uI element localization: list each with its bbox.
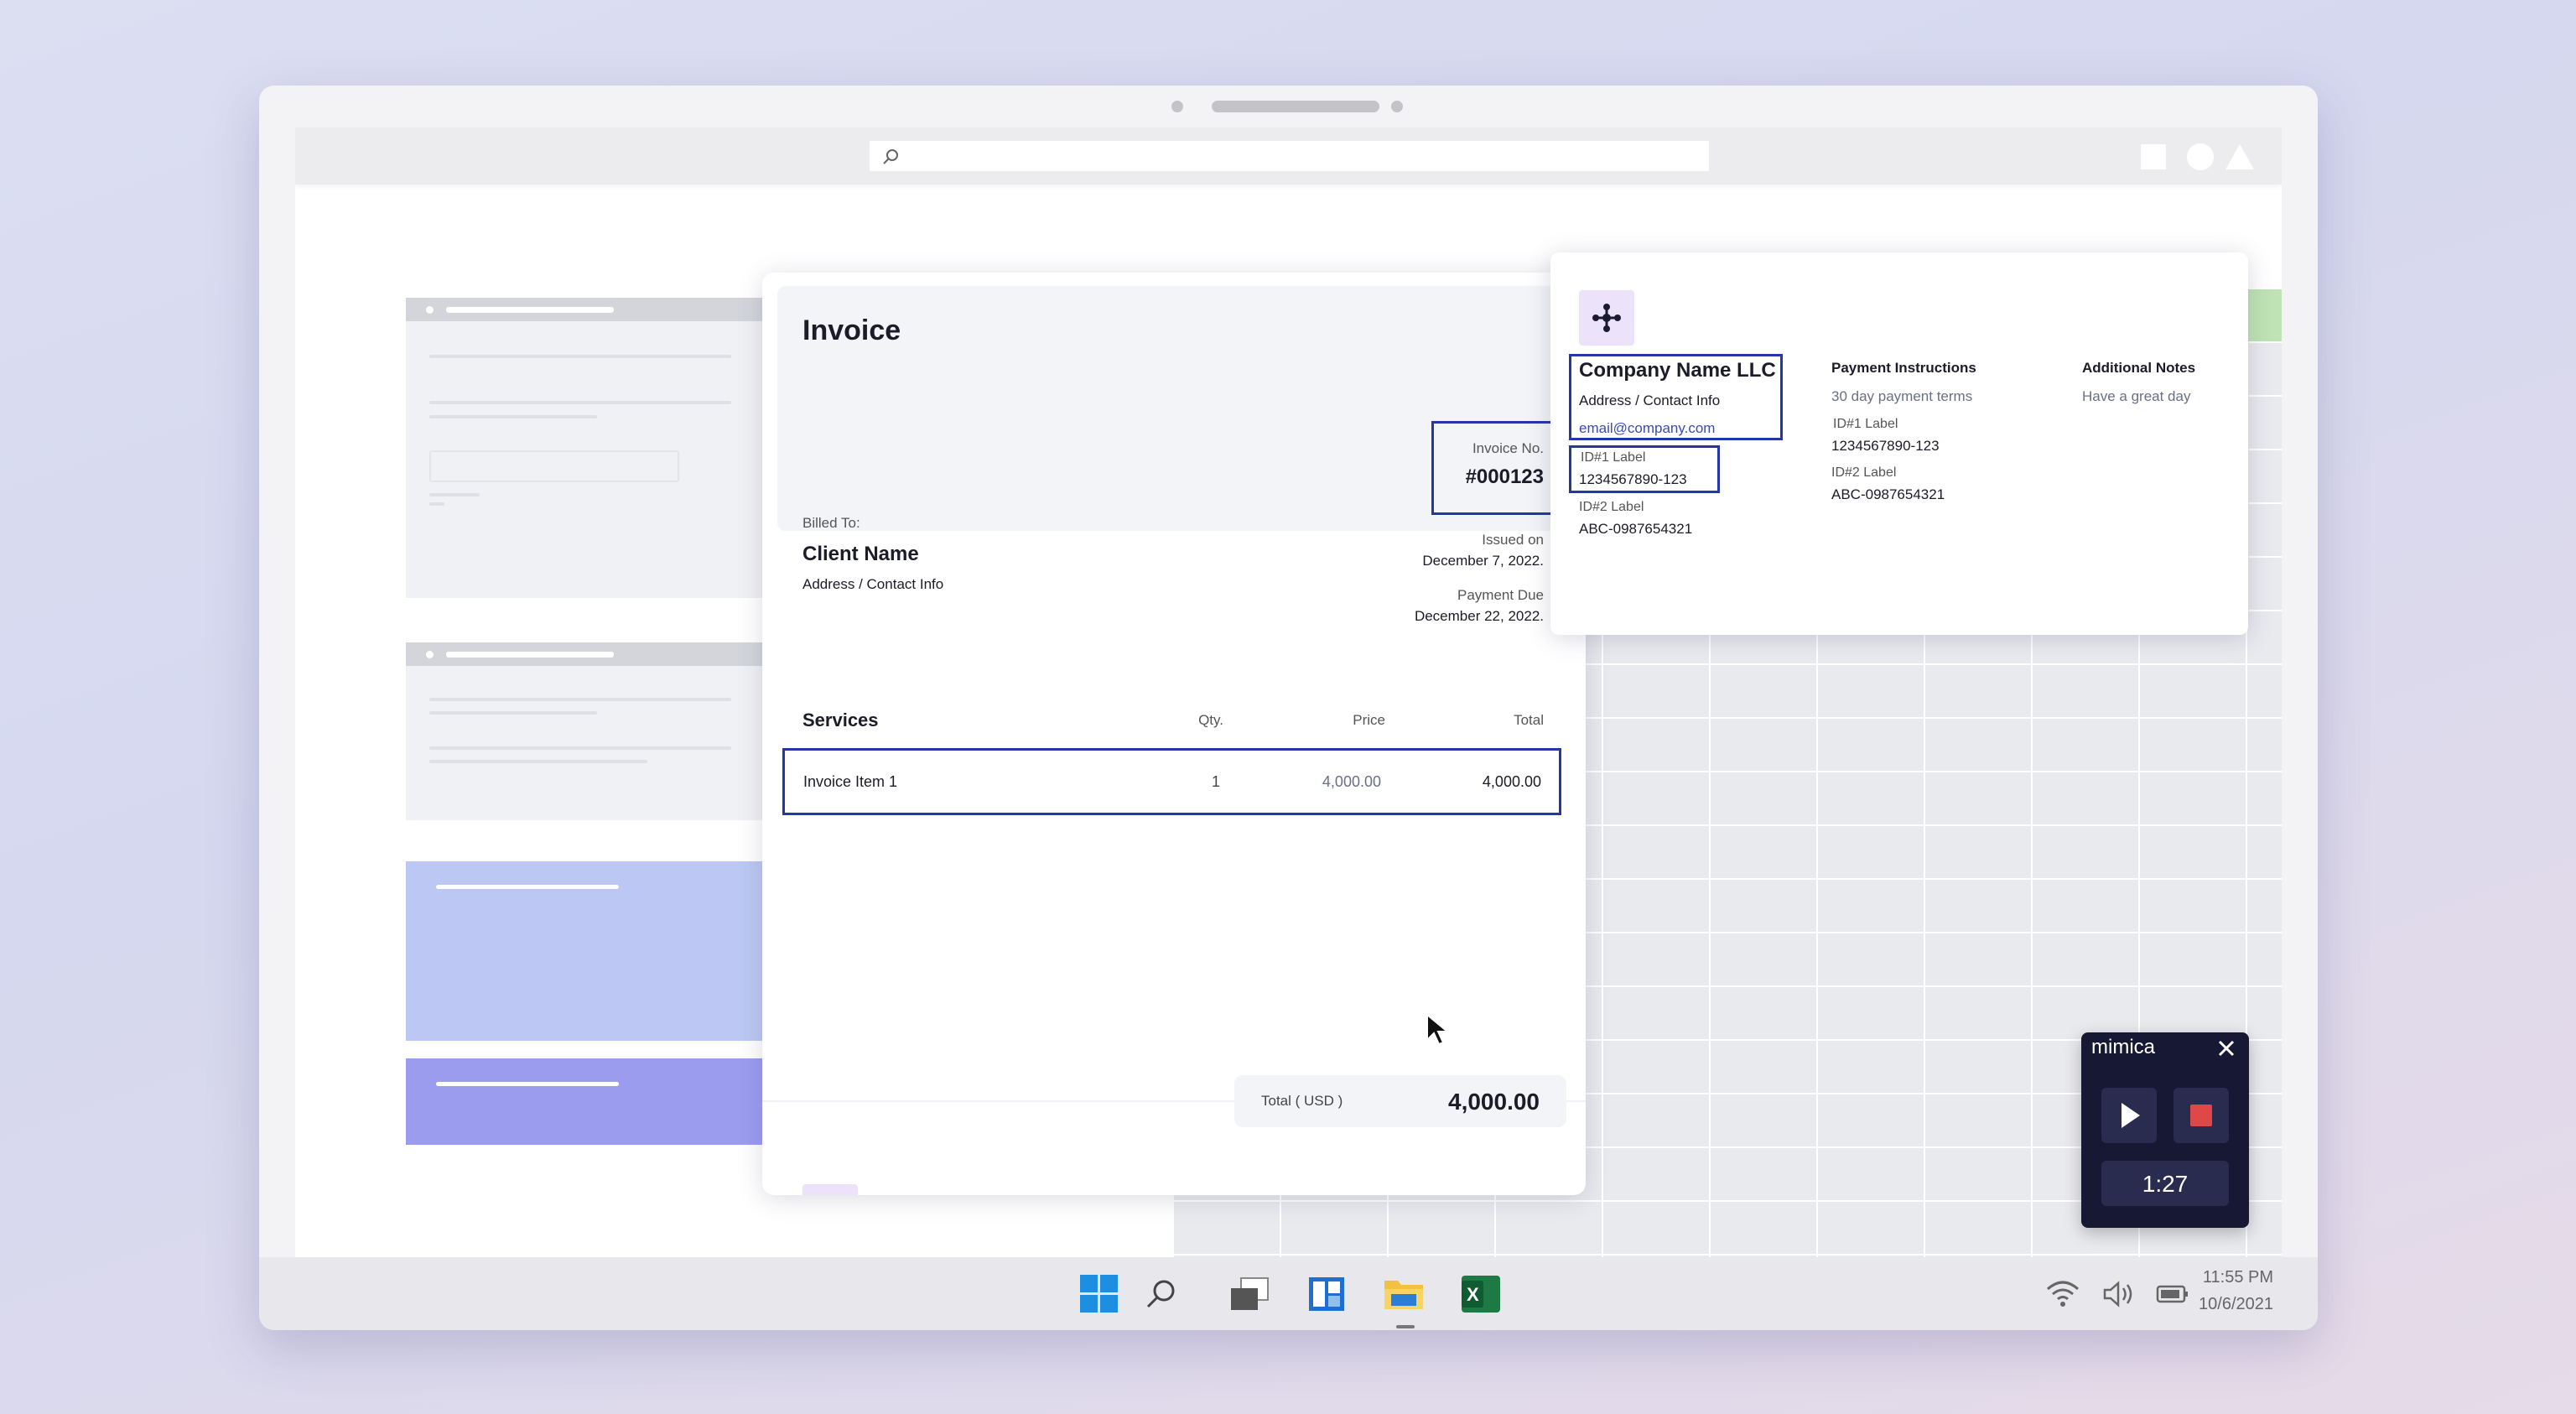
close-icon[interactable] bbox=[2215, 1037, 2237, 1059]
total-box: Total ( USD ) 4,000.00 bbox=[1234, 1075, 1566, 1127]
browser-search-bar[interactable] bbox=[870, 141, 1709, 171]
camera-bar bbox=[1212, 101, 1379, 112]
active-app-indicator bbox=[1396, 1325, 1415, 1328]
circle-icon[interactable] bbox=[2187, 143, 2214, 170]
clock-time[interactable]: 11:55 PM bbox=[2203, 1268, 2273, 1287]
total-header: Total bbox=[1514, 712, 1544, 728]
id1-value: 1234567890-123 bbox=[1579, 471, 1687, 487]
excel-icon[interactable]: X bbox=[1462, 1276, 1500, 1313]
invoice-title: Invoice bbox=[802, 315, 901, 346]
service-cell: Invoice Item 1 bbox=[803, 773, 898, 790]
notes-text: Have a great day bbox=[2082, 388, 2191, 404]
client-address: Address / Contact Info bbox=[802, 576, 944, 592]
play-button[interactable] bbox=[2101, 1088, 2157, 1143]
mimica-title: mimica bbox=[2091, 1036, 2155, 1058]
invoice-number: #000123 bbox=[1465, 465, 1544, 488]
total-cell: 4,000.00 bbox=[1482, 773, 1541, 790]
price-header: Price bbox=[1353, 712, 1385, 728]
play-icon bbox=[2122, 1103, 2140, 1128]
company-logo bbox=[1579, 290, 1634, 346]
battery-icon[interactable] bbox=[2156, 1284, 2189, 1304]
table-row[interactable]: Invoice Item 1 1 4,000.00 4,000.00 bbox=[782, 748, 1561, 815]
invoice-card: Invoice Billed To: Client Name Address /… bbox=[762, 273, 1586, 1195]
id1-label: ID#1 Label bbox=[1581, 450, 1646, 465]
pay-id2-label: ID#2 Label bbox=[1831, 465, 1897, 480]
mouse-cursor-icon bbox=[1426, 1013, 1450, 1046]
qty-cell: 1 bbox=[1211, 773, 1220, 790]
wifi-icon[interactable] bbox=[2046, 1281, 2080, 1307]
payment-terms: 30 day payment terms bbox=[1831, 388, 1973, 404]
search-icon[interactable] bbox=[1144, 1276, 1179, 1312]
company-name: Company Name LLC bbox=[1579, 359, 1776, 382]
search-icon bbox=[883, 149, 898, 164]
widgets-icon[interactable] bbox=[1307, 1276, 1346, 1313]
client-name: Client Name bbox=[802, 543, 919, 565]
id2-value: ABC-0987654321 bbox=[1579, 521, 1693, 537]
payment-heading: Payment Instructions bbox=[1831, 360, 1976, 376]
company-email-link[interactable]: email@company.com bbox=[1579, 420, 1715, 437]
excel-letter: X bbox=[1467, 1284, 1479, 1305]
total-label: Total ( USD ) bbox=[1261, 1093, 1343, 1109]
logo-icon bbox=[1592, 304, 1621, 332]
start-icon[interactable] bbox=[1080, 1275, 1119, 1313]
company-address: Address / Contact Info bbox=[1579, 392, 1721, 408]
stop-icon bbox=[2190, 1105, 2212, 1126]
stop-button[interactable] bbox=[2174, 1088, 2229, 1143]
browser-toolbar bbox=[295, 127, 2282, 185]
taskbar: X 11:55 PM 10/6/2021 bbox=[259, 1257, 2318, 1330]
file-explorer-icon[interactable] bbox=[1383, 1276, 1425, 1313]
camera-dot bbox=[1171, 101, 1183, 112]
clock-date[interactable]: 10/6/2021 bbox=[2199, 1295, 2273, 1314]
company-info-card: Company Name LLC Address / Contact Info … bbox=[1550, 252, 2248, 635]
qty-header: Qty. bbox=[1198, 712, 1223, 728]
volume-icon[interactable] bbox=[2101, 1281, 2135, 1307]
billed-to-label: Billed To: bbox=[802, 515, 860, 531]
timer-display: 1:27 bbox=[2101, 1161, 2229, 1206]
notes-heading: Additional Notes bbox=[2082, 360, 2196, 376]
id2-label: ID#2 Label bbox=[1579, 500, 1644, 514]
triangle-icon[interactable] bbox=[2225, 144, 2254, 169]
price-cell: 4,000.00 bbox=[1322, 773, 1381, 790]
mimica-recorder: mimica 1:27 bbox=[2081, 1032, 2249, 1228]
company-logo bbox=[802, 1184, 858, 1195]
timer-value: 1:27 bbox=[2142, 1171, 2189, 1197]
pay-id1-label: ID#1 Label bbox=[1833, 417, 1898, 431]
services-header: Services bbox=[802, 710, 879, 730]
logo-icon bbox=[802, 1184, 858, 1195]
camera-dot bbox=[1391, 101, 1403, 112]
total-value: 4,000.00 bbox=[1448, 1089, 1540, 1115]
issued-label: Issued on bbox=[1482, 532, 1544, 548]
task-view-icon[interactable] bbox=[1229, 1276, 1270, 1312]
issued-date: December 7, 2022. bbox=[1422, 553, 1544, 569]
due-date: December 22, 2022. bbox=[1414, 608, 1544, 624]
due-label: Payment Due bbox=[1457, 587, 1544, 603]
invoice-no-label: Invoice No. bbox=[1472, 440, 1544, 456]
pay-id1-value: 1234567890-123 bbox=[1831, 438, 1940, 454]
square-icon[interactable] bbox=[2141, 144, 2166, 169]
pay-id2-value: ABC-0987654321 bbox=[1831, 486, 1945, 502]
